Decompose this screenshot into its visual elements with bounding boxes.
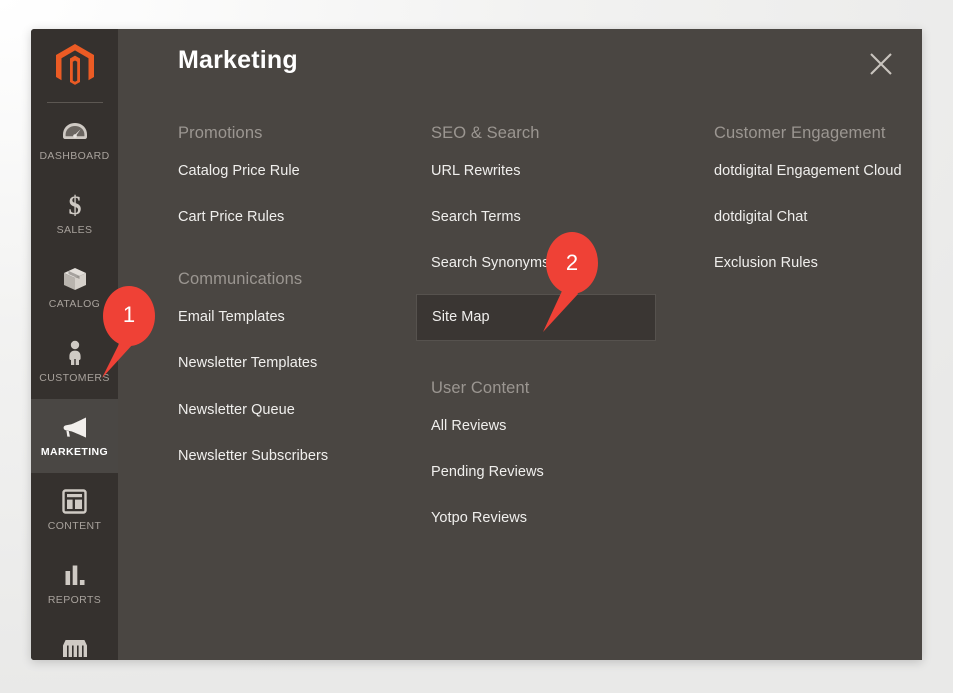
menu-item-cart-price-rules[interactable]: Cart Price Rules <box>178 202 428 232</box>
menu-column-seo-search: SEO & Search URL Rewrites Search Terms S… <box>416 124 681 571</box>
dashboard-icon <box>62 118 88 144</box>
menu-column-promotions: Promotions Catalog Price Rule Cart Price… <box>178 124 428 509</box>
magento-logo[interactable] <box>31 29 118 102</box>
menu-item-catalog-price-rule[interactable]: Catalog Price Rule <box>178 156 428 186</box>
sidebar-item-stores[interactable]: STORES <box>31 621 118 660</box>
menu-item-yotpo-reviews[interactable]: Yotpo Reviews <box>431 503 681 533</box>
bar-chart-icon <box>63 562 87 588</box>
menu-item-search-terms[interactable]: Search Terms <box>431 202 681 232</box>
sidebar-item-marketing[interactable]: MARKETING <box>31 399 118 473</box>
menu-columns: Promotions Catalog Price Rule Cart Price… <box>118 124 922 660</box>
menu-item-dotdigital-engagement-cloud[interactable]: dotdigital Engagement Cloud <box>714 156 922 186</box>
menu-item-newsletter-templates[interactable]: Newsletter Templates <box>178 348 428 378</box>
sidebar-item-sales[interactable]: $ SALES <box>31 177 118 251</box>
menu-item-search-synonyms[interactable]: Search Synonyms <box>431 248 681 278</box>
sidebar-item-customers[interactable]: CUSTOMERS <box>31 325 118 399</box>
sidebar-item-label: DASHBOARD <box>39 150 110 163</box>
menu-item-exclusion-rules[interactable]: Exclusion Rules <box>714 248 922 278</box>
close-icon[interactable] <box>864 47 898 81</box>
menu-group-promotions: Promotions Catalog Price Rule Cart Price… <box>178 124 428 232</box>
marketing-menu-panel: DASHBOARD $ SALES CATALOG CUSTOMERS MARK… <box>31 29 922 660</box>
sidebar-item-label: CONTENT <box>47 520 102 533</box>
page-title: Marketing <box>178 46 298 74</box>
menu-group-user-content: User Content All Reviews Pending Reviews… <box>431 379 681 533</box>
sidebar-item-dashboard[interactable]: DASHBOARD <box>31 103 118 177</box>
group-title: SEO & Search <box>431 124 540 142</box>
menu-column-customer-engagement: Customer Engagement dotdigital Engagemen… <box>714 124 922 316</box>
menu-item-email-templates[interactable]: Email Templates <box>178 302 428 332</box>
sidebar-item-label: MARKETING <box>40 446 109 459</box>
sidebar-item-reports[interactable]: REPORTS <box>31 547 118 621</box>
dollar-icon: $ <box>65 192 85 218</box>
sidebar-item-label: REPORTS <box>47 594 102 607</box>
menu-item-dotdigital-chat[interactable]: dotdigital Chat <box>714 202 922 232</box>
sidebar-item-label: CATALOG <box>48 298 101 311</box>
menu-item-newsletter-subscribers[interactable]: Newsletter Subscribers <box>178 441 428 471</box>
menu-content: Marketing Promotions Catalog Price Rule … <box>118 29 922 660</box>
svg-text:$: $ <box>68 192 81 218</box>
group-title: Communications <box>178 270 303 289</box>
menu-group-seo-search: SEO & Search URL Rewrites Search Terms S… <box>416 124 681 341</box>
megaphone-icon <box>61 414 89 440</box>
sidebar-item-label: SALES <box>56 224 93 237</box>
sidebar-item-content[interactable]: CONTENT <box>31 473 118 547</box>
menu-item-url-rewrites[interactable]: URL Rewrites <box>431 156 681 186</box>
person-icon <box>66 340 84 366</box>
admin-sidebar: DASHBOARD $ SALES CATALOG CUSTOMERS MARK… <box>31 29 118 660</box>
group-title: User Content <box>431 378 530 397</box>
sidebar-item-label: CUSTOMERS <box>39 372 110 385</box>
box-icon <box>62 266 88 292</box>
menu-group-communications: Communications Email Templates Newslette… <box>178 270 428 471</box>
storefront-icon <box>61 636 89 660</box>
menu-item-pending-reviews[interactable]: Pending Reviews <box>431 457 681 487</box>
menu-item-all-reviews[interactable]: All Reviews <box>431 411 681 441</box>
menu-item-site-map[interactable]: Site Map <box>416 294 656 341</box>
group-title: Customer Engagement <box>714 124 886 142</box>
sidebar-item-catalog[interactable]: CATALOG <box>31 251 118 325</box>
layout-icon <box>62 488 87 514</box>
menu-item-newsletter-queue[interactable]: Newsletter Queue <box>178 395 428 425</box>
menu-group-customer-engagement: Customer Engagement dotdigital Engagemen… <box>714 124 922 278</box>
group-title: Promotions <box>178 124 263 142</box>
